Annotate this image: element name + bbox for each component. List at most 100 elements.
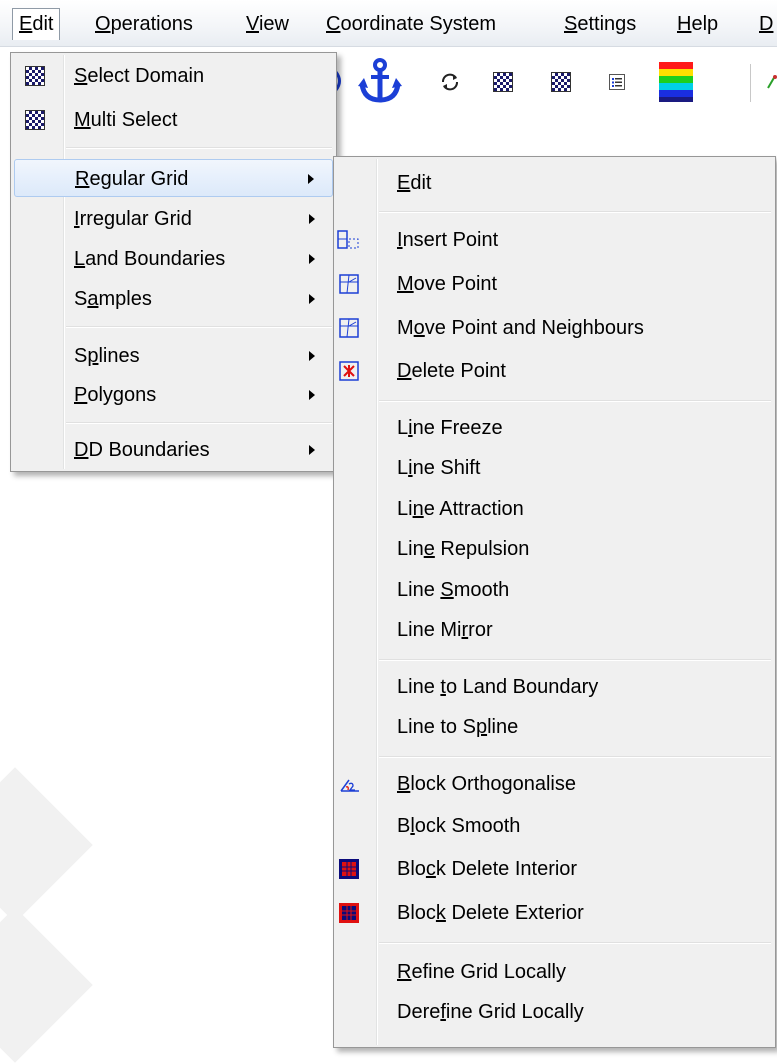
anchor-icon[interactable] (358, 58, 402, 104)
menu-operations-mnemonic: O (95, 13, 111, 35)
orthogonalise-icon (339, 774, 359, 794)
menu-item-line-mirror[interactable]: Line Mirror (337, 611, 772, 649)
menu-item-label: Line Smooth (397, 579, 510, 601)
menu-item-label: Block Orthogonalise (397, 773, 576, 795)
menu-edit-mnemonic: E (19, 13, 33, 35)
menu-view[interactable]: View (242, 9, 293, 39)
menu-item-label: Land Boundaries (74, 248, 226, 270)
menu-separator (66, 422, 332, 424)
menu-item-block-delete-exterior[interactable]: Block Delete Exterior (337, 894, 772, 932)
select-domain-icon[interactable] (493, 72, 513, 92)
menu-help-mnemonic: H (677, 13, 692, 35)
menu-item-splines[interactable]: Splines (14, 337, 333, 375)
menu-item-block-delete-interior[interactable]: Block Delete Interior (337, 850, 772, 888)
background-decoration (0, 907, 93, 1063)
menu-item-line-freeze[interactable]: Line Freeze (337, 409, 772, 447)
menu-settings[interactable]: Settings (560, 9, 640, 39)
menu-item-line-repulsion[interactable]: Line Repulsion (337, 530, 772, 568)
menu-item-label: Polygons (74, 384, 157, 406)
submenu-arrow-icon (309, 294, 315, 304)
multi-select-icon[interactable] (551, 72, 571, 92)
menu-item-label: Derefine Grid Locally (397, 1001, 584, 1023)
menu-help-label: elp (691, 13, 719, 35)
menu-edit-label: dit (32, 13, 54, 35)
menu-item-label: Move Point and Neighbours (397, 317, 644, 339)
menu-item-label: Delete Point (397, 360, 506, 382)
menu-item-label: Insert Point (397, 229, 499, 251)
menu-item-label: Move Point (397, 273, 498, 295)
menu-item-label: Block Delete Exterior (397, 902, 584, 924)
menu-item-line-shift[interactable]: Line Shift (337, 449, 772, 487)
delete-point-icon (339, 361, 359, 381)
menu-item-line-to-spline[interactable]: Line to Spline (337, 708, 772, 746)
menu-item-select-domain[interactable]: Select Domain (14, 57, 333, 95)
menu-item-polygons[interactable]: Polygons (14, 376, 333, 414)
menu-item-label: Regular Grid (75, 168, 189, 190)
move-point-neighbours-icon (339, 318, 359, 338)
menu-operations-label: perations (110, 13, 193, 35)
menu-separator (66, 326, 332, 328)
menu-separator (66, 147, 332, 149)
menu-item-label: Line to Land Boundary (397, 676, 599, 698)
menu-item-multi-select[interactable]: Multi Select (14, 101, 333, 139)
multi-select-icon (25, 110, 45, 130)
background-decoration (0, 767, 93, 923)
menu-item-move-point-and-neighbours[interactable]: Move Point and Neighbours (337, 309, 772, 347)
submenu-arrow-icon (309, 351, 315, 361)
menu-item-label: Edit (397, 172, 432, 194)
menu-item-label: DD Boundaries (74, 439, 210, 461)
menu-separator (379, 756, 771, 758)
menu-item-regular-grid[interactable]: Regular Grid (14, 159, 333, 197)
menu-item-insert-point[interactable]: Insert Point (337, 221, 772, 259)
menu-item-label: Line to Spline (397, 716, 519, 738)
menu-item-label: Splines (74, 345, 140, 367)
move-point-icon (339, 274, 359, 294)
menu-item-label: Line Repulsion (397, 538, 530, 560)
delete-interior-icon (339, 859, 359, 879)
list-icon[interactable] (609, 74, 625, 90)
menu-item-block-smooth[interactable]: Block Smooth (337, 807, 772, 845)
toolbar-separator (750, 64, 751, 102)
toolbar (336, 50, 777, 110)
menu-item-label: Multi Select (74, 109, 178, 131)
delete-exterior-icon (339, 903, 359, 923)
color-scale-icon[interactable] (659, 62, 693, 102)
menu-item-line-to-land-boundary[interactable]: Line to Land Boundary (337, 668, 772, 706)
menu-separator (379, 400, 771, 402)
menu-item-dd-boundaries[interactable]: DD Boundaries (14, 431, 333, 469)
menu-item-line-attraction[interactable]: Line Attraction (337, 490, 772, 528)
menu-help[interactable]: Help (673, 9, 722, 39)
refresh-icon[interactable] (439, 71, 461, 93)
menu-view-mnemonic: V (246, 13, 259, 35)
menu-item-land-boundaries[interactable]: Land Boundaries (14, 240, 333, 278)
menu-item-label: Irregular Grid (74, 208, 192, 230)
menu-item-samples[interactable]: Samples (14, 280, 333, 318)
menu-item-derefine-grid-locally[interactable]: Derefine Grid Locally (337, 993, 772, 1031)
menu-coordinate-system-label: oordinate System (340, 13, 497, 35)
menu-item-delete-point[interactable]: Delete Point (337, 352, 772, 390)
menu-item-label: Line Freeze (397, 417, 503, 439)
submenu-arrow-icon (309, 214, 315, 224)
menu-coordinate-system[interactable]: Coordinate System (322, 9, 500, 39)
menu-item-refine-grid-locally[interactable]: Refine Grid Locally (337, 953, 772, 991)
toolbar-partial-icon[interactable] (336, 68, 344, 94)
insert-point-icon (337, 230, 359, 250)
menu-view-label: iew (258, 13, 289, 35)
menu-item-move-point[interactable]: Move Point (337, 265, 772, 303)
menu-item-label: Line Shift (397, 457, 481, 479)
menu-separator (379, 942, 771, 944)
menu-edit[interactable]: Edit (12, 8, 61, 40)
menu-settings-mnemonic: S (564, 13, 578, 35)
toolbar-partial-icon-right[interactable] (766, 74, 777, 90)
menu-operations[interactable]: Operations (91, 9, 197, 39)
submenu-arrow-icon (308, 174, 314, 184)
menu-item-line-smooth[interactable]: Line Smooth (337, 571, 772, 609)
menu-item-block-orthogonalise[interactable]: Block Orthogonalise (337, 765, 772, 803)
submenu-arrow-icon (309, 445, 315, 455)
menu-item-irregular-grid[interactable]: Irregular Grid (14, 200, 333, 238)
submenu-arrow-icon (309, 254, 315, 264)
menu-item-label: Block Delete Interior (397, 858, 578, 880)
menu-d[interactable]: D (755, 9, 777, 39)
menu-item-edit[interactable]: Edit (337, 164, 772, 202)
menu-item-label: Line Attraction (397, 498, 524, 520)
